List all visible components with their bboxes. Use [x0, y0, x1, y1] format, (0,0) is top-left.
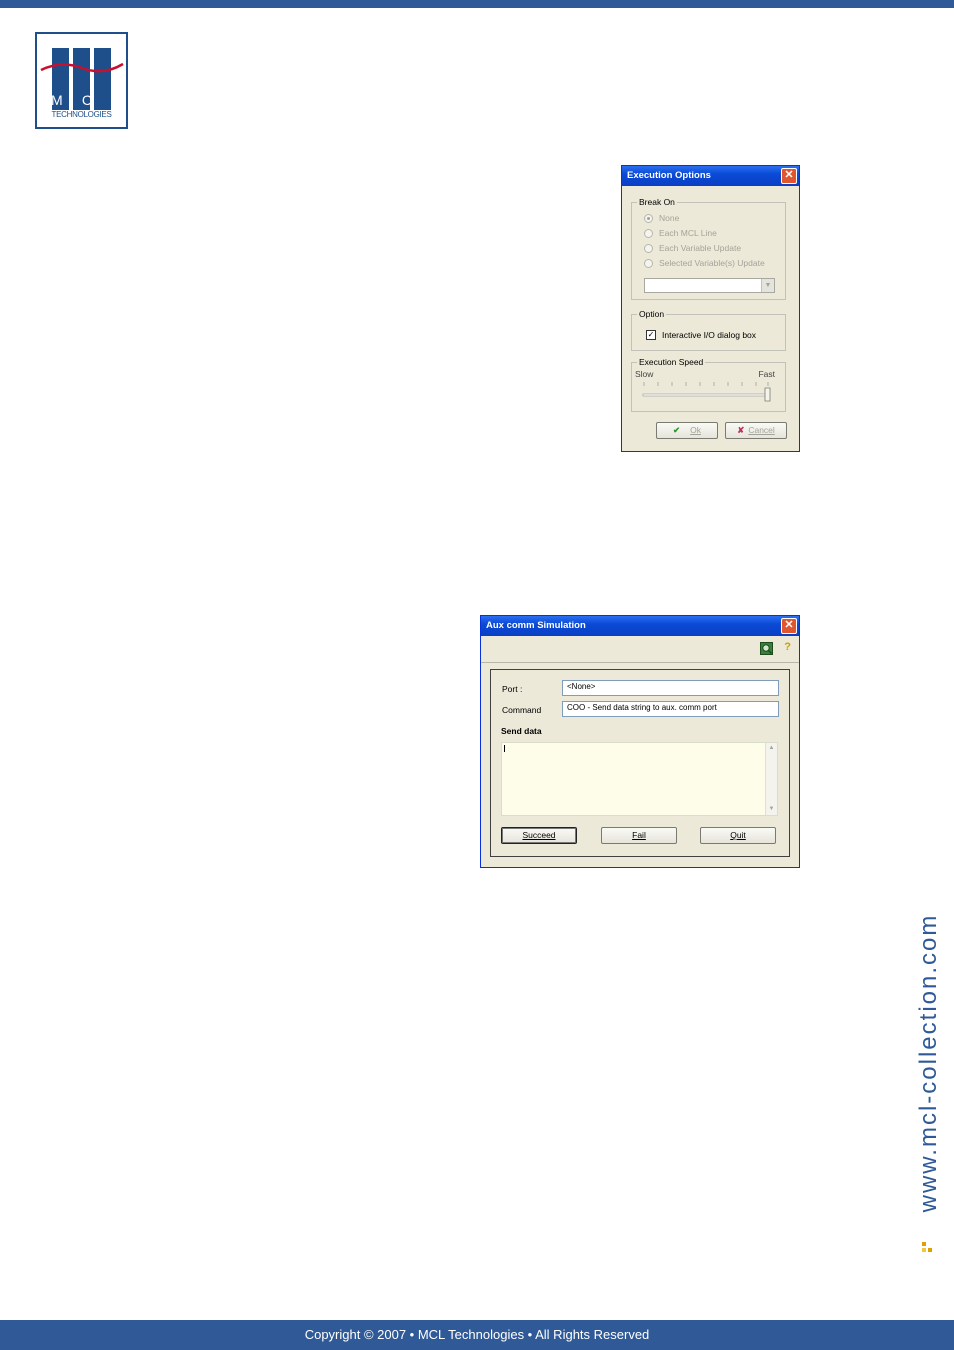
footer: Copyright © 2007 • MCL Technologies • Al… [0, 1320, 954, 1350]
sidebar-url: www.mcl-collection.com [915, 872, 943, 1254]
radio-label: Each MCL Line [659, 228, 717, 238]
radio-label: Selected Variable(s) Update [659, 258, 765, 268]
aux-comm-dialog: Aux comm Simulation ✕ ? Port : <None> Co… [480, 615, 800, 868]
dialog-titlebar[interactable]: Aux comm Simulation ✕ [481, 616, 799, 636]
bullet-icon [922, 1242, 926, 1246]
logo-letters: M C L [51, 92, 121, 108]
logo-letter: C [81, 92, 94, 108]
group-legend: Option [637, 309, 667, 319]
scroll-down-icon[interactable]: ▼ [766, 804, 777, 815]
bullet-icon [922, 1248, 926, 1252]
close-icon: ✕ [784, 619, 794, 631]
help-icon[interactable]: ? [784, 641, 791, 653]
succeed-button[interactable]: Succeed [501, 827, 577, 844]
send-data-label: Send data [501, 726, 542, 736]
close-icon: ✕ [784, 169, 794, 181]
check-icon: ✔ [673, 425, 681, 435]
radio-dot-icon [644, 228, 653, 238]
speed-slider[interactable] [642, 380, 774, 404]
checkmark-icon: ✓ [646, 330, 656, 340]
variable-select[interactable]: ▼ [644, 278, 775, 293]
copyright-text: Copyright © 2007 • MCL Technologies • Al… [304, 1327, 650, 1342]
logo-letter: M [51, 92, 65, 108]
fail-button[interactable]: Fail [601, 827, 677, 844]
toolbar: ? [481, 636, 799, 663]
aux-comm-panel: Port : <None> Command COO - Send data st… [490, 669, 790, 857]
logo-tagline: TECHNOLOGIES [51, 110, 112, 119]
text-cursor [504, 745, 505, 752]
dialog-titlebar[interactable]: Execution Options ✕ [622, 166, 799, 186]
close-button[interactable]: ✕ [781, 168, 797, 184]
radio-label: None [659, 213, 680, 223]
slider-thumb [764, 387, 771, 402]
execution-speed-group: Execution Speed Slow Fast [631, 357, 786, 412]
website-url[interactable]: www.mcl-collection.com [915, 914, 943, 1213]
command-label: Command [502, 705, 542, 715]
radio-none[interactable]: None [644, 213, 679, 223]
logo-wave-icon [40, 62, 124, 73]
quit-button-label: Quit [730, 830, 746, 840]
radio-dot-icon [644, 258, 653, 268]
cancel-button[interactable]: ✘ Cancel [725, 422, 787, 439]
logo-letter: L [111, 92, 121, 108]
fast-label: Fast [758, 369, 775, 379]
radio-selected-variable-update[interactable]: Selected Variable(s) Update [644, 258, 765, 268]
scroll-up-icon[interactable]: ▲ [766, 743, 777, 754]
group-legend: Break On [637, 197, 677, 207]
radio-each-mcl-line[interactable]: Each MCL Line [644, 228, 717, 238]
interactive-io-checkbox[interactable]: ✓ Interactive I/O dialog box [646, 330, 756, 340]
dialog-title: Aux comm Simulation [486, 620, 586, 631]
ok-button-label: Ok [690, 425, 701, 435]
close-button[interactable]: ✕ [781, 618, 797, 634]
scrollbar[interactable]: ▲ ▼ [765, 743, 777, 815]
succeed-button-label: Succeed [522, 830, 556, 840]
ok-button[interactable]: ✔ Ok [656, 422, 718, 439]
slow-label: Slow [635, 369, 654, 379]
cancel-x-icon: ✘ [737, 425, 745, 435]
execution-options-dialog: Execution Options ✕ Break On None Each M… [621, 165, 800, 452]
send-data-textarea[interactable]: ▲ ▼ [501, 742, 778, 816]
group-legend: Execution Speed [637, 357, 706, 367]
cancel-button-label: Cancel [748, 425, 775, 435]
preview-icon[interactable] [760, 642, 773, 655]
port-label: Port : [502, 684, 523, 694]
fail-button-label: Fail [632, 830, 646, 840]
port-field[interactable]: <None> [562, 680, 779, 696]
dialog-title: Execution Options [627, 170, 711, 181]
checkbox-label: Interactive I/O dialog box [662, 330, 757, 340]
option-group: Option ✓ Interactive I/O dialog box [631, 309, 786, 351]
bullet-icon [928, 1248, 932, 1252]
mcl-logo: M C L TECHNOLOGIES [35, 32, 128, 129]
chevron-down-icon[interactable]: ▼ [761, 279, 774, 292]
command-field[interactable]: COO - Send data string to aux. comm port [562, 701, 779, 717]
radio-each-variable-update[interactable]: Each Variable Update [644, 243, 741, 253]
break-on-group: Break On None Each MCL Line Each Variabl… [631, 197, 786, 300]
radio-dot-icon [644, 243, 653, 253]
radio-dot-icon [644, 213, 653, 223]
radio-label: Each Variable Update [659, 243, 742, 253]
quit-button[interactable]: Quit [700, 827, 776, 844]
top-bar [0, 0, 954, 8]
